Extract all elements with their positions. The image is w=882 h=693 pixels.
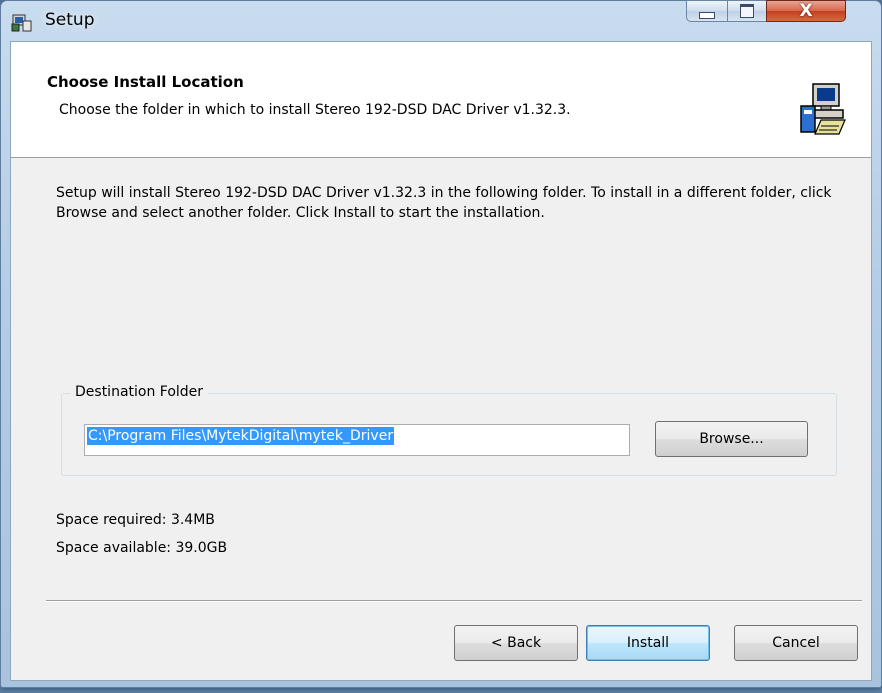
- page-subtitle: Choose the folder in which to install St…: [59, 102, 571, 118]
- destination-folder-path: C:\Program Files\MytekDigital\mytek_Driv…: [87, 427, 395, 445]
- setup-window: Setup X Choose Install Location Choose t…: [0, 0, 882, 688]
- minimize-button[interactable]: [686, 0, 728, 22]
- close-icon: X: [799, 1, 813, 21]
- browse-button[interactable]: Browse...: [655, 421, 808, 457]
- installer-app-icon: [11, 14, 32, 32]
- page-title: Choose Install Location: [47, 73, 244, 91]
- destination-folder-label: Destination Folder: [70, 384, 209, 400]
- installer-computer-icon: [800, 83, 846, 135]
- close-button[interactable]: X: [766, 0, 846, 22]
- dialog-client-area: Choose Install Location Choose the folde…: [10, 41, 872, 681]
- header-panel: Choose Install Location Choose the folde…: [11, 42, 871, 158]
- space-required-text: Space required: 3.4MB: [56, 512, 215, 528]
- title-bar[interactable]: Setup X: [1, 0, 881, 41]
- install-button[interactable]: Install: [586, 625, 710, 661]
- space-available-text: Space available: 39.0GB: [56, 540, 228, 556]
- window-title: Setup: [45, 10, 95, 30]
- maximize-icon: [740, 4, 754, 18]
- footer-divider: [46, 600, 862, 602]
- maximize-button[interactable]: [727, 0, 767, 22]
- intro-text: Setup will install Stereo 192-DSD DAC Dr…: [56, 185, 832, 221]
- cancel-button[interactable]: Cancel: [734, 625, 858, 661]
- minimize-icon: [699, 11, 715, 19]
- back-button[interactable]: < Back: [454, 625, 578, 661]
- destination-folder-group: Destination Folder C:\Program Files\Myte…: [61, 384, 837, 476]
- destination-folder-input[interactable]: C:\Program Files\MytekDigital\mytek_Driv…: [84, 424, 630, 456]
